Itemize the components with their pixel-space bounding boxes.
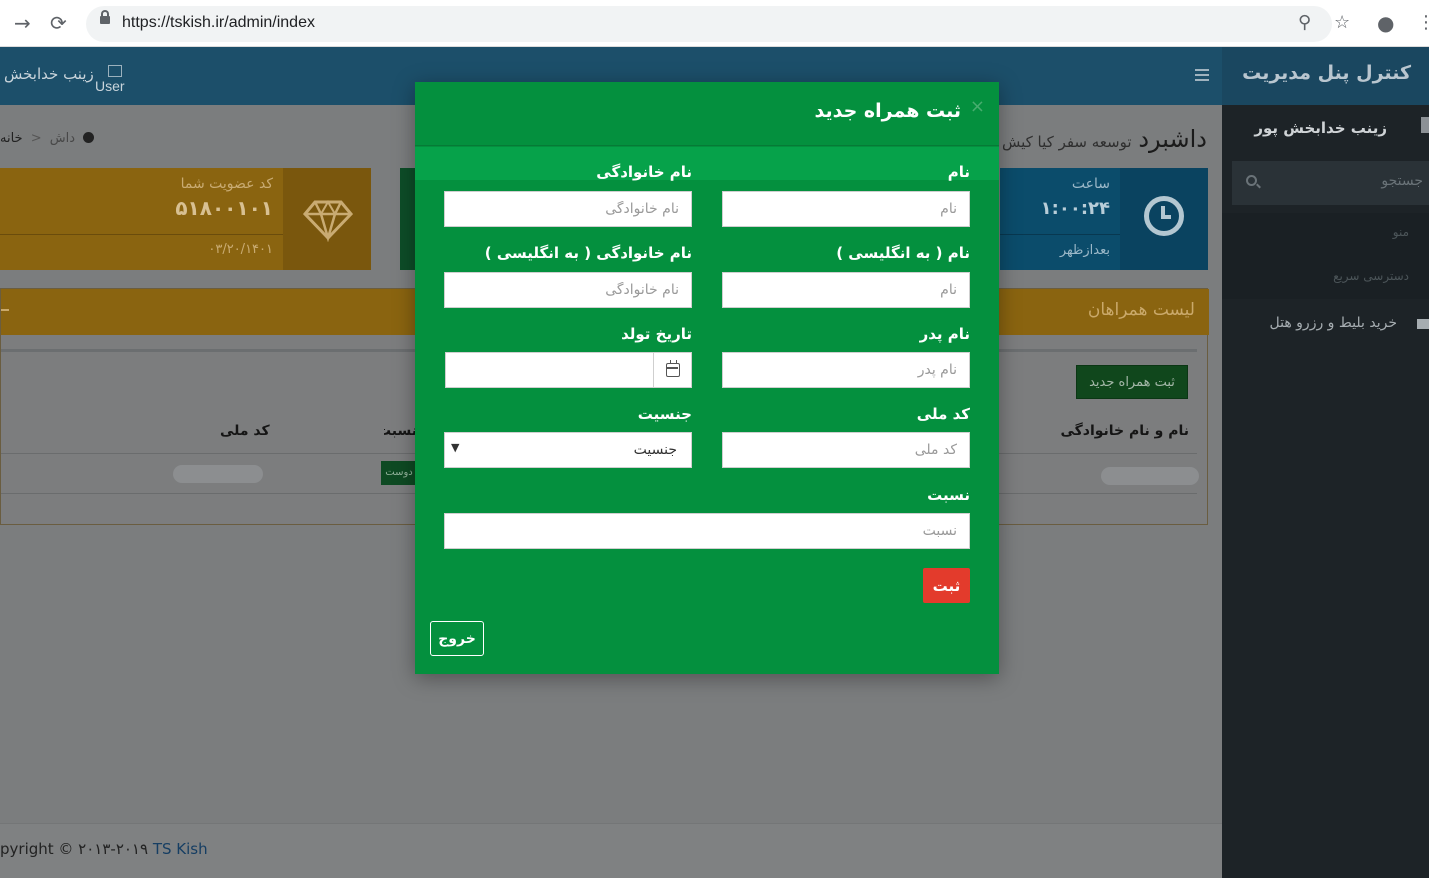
sidebar: زینب خدابخش پور جستجو منو دسترسی سریع خر… — [1222, 105, 1429, 878]
companions-title: لیست همراهان — [1087, 300, 1195, 320]
search-input[interactable]: جستجو — [1381, 173, 1423, 189]
modal-title: ثبت همراه جدید — [814, 100, 961, 122]
national-code-label: کد ملی — [916, 405, 970, 423]
page-subtitle: توسعه سفر کیا کیش — [1002, 133, 1132, 151]
sidebar-item-label: خرید بلیط و رزرو هتل — [1269, 315, 1397, 331]
tile-icon-area — [283, 168, 371, 270]
tile-icon-area — [1120, 168, 1208, 270]
last-name-en-input[interactable] — [444, 272, 692, 308]
membership-date: ۰۳/۲۰/۱۴۰۱ — [208, 242, 273, 257]
avatar-alt-text: User — [95, 78, 125, 94]
sidebar-quick-access[interactable]: دسترسی سریع — [1333, 269, 1409, 283]
search-icon[interactable] — [1246, 175, 1257, 186]
page-footer: pyright © ۲۰۱۳-۲۰۱۹ TS Kish — [0, 823, 1222, 878]
dashboard-icon — [83, 132, 95, 143]
clock-icon — [1144, 196, 1184, 236]
exit-button[interactable]: خروج — [430, 621, 484, 656]
star-icon[interactable]: ☆ — [1334, 10, 1350, 36]
gender-label: جنسیت — [637, 405, 692, 423]
membership-footer: ۰۳/۲۰/۱۴۰۱ — [0, 234, 283, 270]
breadcrumb-home[interactable]: خانه — [0, 131, 23, 146]
dropdown-arrow-icon: ▼ — [451, 441, 460, 454]
relation-input[interactable] — [444, 513, 970, 549]
column-header-name: نام و نام خانوادگی — [1060, 423, 1189, 439]
membership-label: کد عضویت شما — [180, 176, 273, 192]
modal-band — [415, 147, 999, 180]
reload-icon[interactable]: ⟳ — [50, 9, 67, 37]
column-header-relation: نسبت — [384, 423, 417, 439]
add-companion-modal: ثبت همراه جدید × نام نام خانوادگی نام ( … — [415, 82, 999, 674]
relation-badge: دوست — [381, 461, 417, 485]
relation-label: نسبت — [927, 486, 970, 504]
sidebar-menu-label: منو — [1392, 225, 1409, 239]
sidebar-logo[interactable]: کنترل پنل مدیریت — [1222, 47, 1429, 105]
add-companion-button[interactable]: ثبت همراه جدید — [1076, 365, 1188, 399]
blurred-name — [1101, 467, 1199, 485]
sidebar-item-tickets[interactable]: خرید بلیط و رزرو هتل — [1222, 313, 1429, 337]
submit-button[interactable]: ثبت — [923, 568, 970, 603]
column-header-national-code: کد ملی — [220, 423, 270, 439]
time-value: ۱:۰۰:۲۴ — [1040, 198, 1110, 219]
header-user-avatar[interactable]: User — [95, 65, 125, 93]
membership-tile: کد عضویت شما ۵۱۸۰۰۱۰۱ ۰۳/۲۰/۱۴۰۱ — [0, 168, 371, 270]
time-label: ساعت — [1071, 176, 1110, 192]
diamond-icon — [303, 200, 353, 242]
lock-icon — [100, 10, 110, 24]
calendar-button[interactable] — [653, 353, 691, 387]
birth-date-picker[interactable] — [445, 352, 692, 388]
copyright-text: pyright © ۲۰۱۳-۲۰۱۹ — [0, 840, 153, 858]
time-period: بعدازظهر — [1059, 243, 1110, 258]
zoom-icon[interactable]: ⚲ — [1298, 10, 1311, 36]
copyright: pyright © ۲۰۱۳-۲۰۱۹ TS Kish — [0, 840, 208, 858]
envelope-icon — [1417, 319, 1429, 329]
first-name-input[interactable] — [722, 191, 970, 227]
birth-date-label: تاریخ تولد — [621, 325, 692, 343]
back-arrow-icon[interactable]: → — [14, 9, 31, 37]
address-bar[interactable]: https://tskish.ir/admin/index — [86, 6, 1332, 42]
time-footer: بعدازظهر — [1000, 234, 1120, 270]
collapse-icon[interactable] — [1, 309, 9, 311]
blurred-national-code — [173, 465, 263, 483]
breadcrumb: داش < خانه — [0, 131, 95, 146]
page-title: داشبرد — [1138, 125, 1207, 153]
calendar-icon — [666, 360, 680, 377]
sidebar-user-name: زینب خدابخش پور — [1254, 119, 1387, 137]
hamburger-menu-icon[interactable] — [1195, 69, 1209, 81]
gender-selected-value: جنسیت — [633, 442, 677, 458]
gender-select[interactable]: جنسیت ▼ — [444, 432, 692, 468]
breadcrumb-current: داش — [49, 131, 76, 146]
close-icon[interactable]: × — [970, 98, 985, 116]
url-text[interactable]: https://tskish.ir/admin/index — [122, 14, 315, 32]
first-name-en-label: نام ( به انگلیسی ) — [836, 244, 970, 262]
father-name-input[interactable] — [722, 352, 970, 388]
membership-value: ۵۱۸۰۰۱۰۱ — [175, 196, 273, 220]
last-name-label: نام خانوادگی — [596, 163, 692, 181]
first-name-label: نام — [947, 163, 970, 181]
logo-text: کنترل پنل مدیریت — [1242, 62, 1411, 84]
sidebar-user-avatar — [1421, 117, 1429, 133]
header-user-name[interactable]: زینب خدابخش — [4, 65, 94, 83]
birth-date-input[interactable] — [446, 353, 654, 387]
modal-header: ثبت همراه جدید × — [415, 82, 999, 146]
national-code-input[interactable] — [722, 432, 970, 468]
brand-link[interactable]: TS Kish — [153, 840, 208, 858]
first-name-en-input[interactable] — [722, 272, 970, 308]
sidebar-search[interactable]: جستجو — [1232, 161, 1429, 205]
father-name-label: نام پدر — [919, 325, 970, 343]
time-tile: ساعت ۱:۰۰:۲۴ بعدازظهر — [1000, 168, 1208, 270]
account-icon[interactable]: ● — [1377, 10, 1394, 36]
last-name-en-label: نام خانوادگی ( به انگلیسی ) — [484, 244, 692, 262]
browser-toolbar: → ⟳ https://tskish.ir/admin/index ⚲ ☆ ● … — [0, 0, 1429, 47]
last-name-input[interactable] — [444, 191, 692, 227]
browser-menu-icon[interactable]: ⋮ — [1417, 10, 1429, 36]
broken-image-icon — [108, 65, 122, 77]
sidebar-section: منو دسترسی سریع — [1222, 213, 1429, 299]
